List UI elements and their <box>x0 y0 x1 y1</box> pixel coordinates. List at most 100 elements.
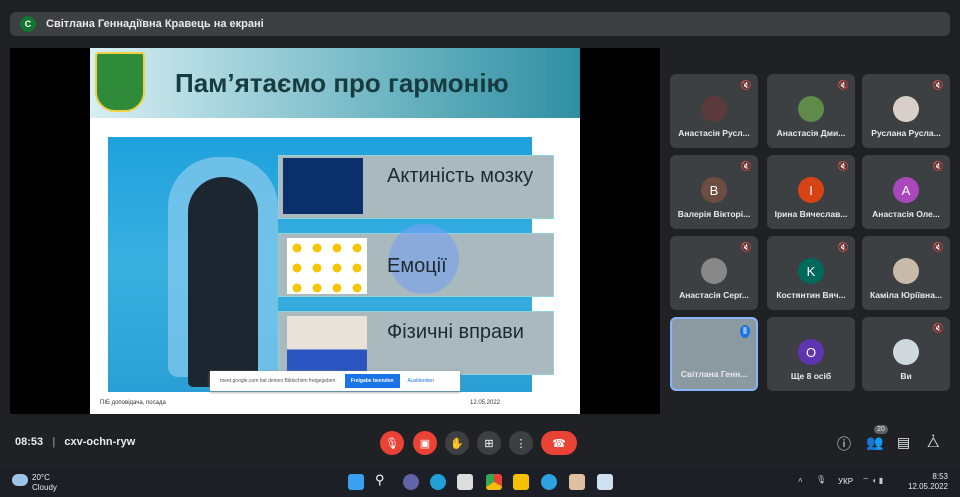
avatar <box>701 258 727 284</box>
exercise-image <box>287 316 367 372</box>
telegram-icon[interactable] <box>541 474 557 490</box>
slide: Пам’ятаємо про гармонію Актиність мозку … <box>90 48 580 414</box>
emoji-image <box>287 238 367 294</box>
chat-icon[interactable]: ▤ <box>897 434 910 451</box>
more-options-button[interactable]: ⋮ <box>509 431 533 455</box>
archive-icon[interactable] <box>569 474 585 490</box>
clock[interactable]: 8:53 12.05.2022 <box>908 472 948 492</box>
row-label: Емоції <box>387 255 447 277</box>
participant-name: Світлана Генн... <box>680 369 748 379</box>
slide-footer-date: 12.05.2022 <box>470 400 501 406</box>
mic-muted-icon: 🔇 <box>932 242 944 252</box>
temperature: 20°C <box>32 473 50 482</box>
raise-hand-button[interactable]: ✋ <box>445 431 469 455</box>
explorer-icon[interactable] <box>513 474 529 490</box>
participant-name: Анастасія Русл... <box>678 128 750 138</box>
hide-button[interactable]: Ausblenden <box>408 378 434 384</box>
presentation-banner: С Світлана Геннадіївна Кравець на екрані <box>10 12 950 36</box>
avatar: B <box>701 177 727 203</box>
participant-name: Ірина Вячеслав... <box>774 209 848 219</box>
participant-tile[interactable]: 🔇 Руслана Русла... <box>862 74 950 148</box>
participant-name: Ще 8 осіб <box>790 371 832 381</box>
leave-call-button[interactable]: ☎ <box>541 431 577 455</box>
language-indicator[interactable]: УКР <box>838 477 853 486</box>
avatar <box>893 258 919 284</box>
row-label: Актиність мозку <box>387 165 534 187</box>
speaking-icon: ⦀ <box>740 325 750 338</box>
tray-chevron-icon[interactable]: ˄ <box>798 476 803 485</box>
participant-count: 20 <box>874 425 888 434</box>
meeting-controls: 08:53 | cxv-ochn-ryw 🎙 ▣ ✋ ⊞ ⋮ ☎ ⓘ 👥 20 … <box>0 425 960 461</box>
avatar-initial: A <box>901 182 911 198</box>
avatar <box>798 96 824 122</box>
taskbar: 20°C Cloudy ⚲ ˄ 🎙 УКР ⌔ ◖ ▮ 8:53 12.05.2… <box>0 467 960 497</box>
present-button[interactable]: ⊞ <box>477 431 501 455</box>
edge-icon[interactable] <box>430 474 446 490</box>
participant-tile[interactable]: O Ще 8 осіб <box>767 317 855 391</box>
participant-tile[interactable]: 🔇 Анастасія Русл... <box>670 74 758 148</box>
info-icon[interactable]: ⓘ <box>837 434 851 454</box>
participant-tile[interactable]: ⦀ Світлана Генн... <box>670 317 758 391</box>
presenter-avatar: С <box>20 16 36 32</box>
brain-image <box>283 158 363 214</box>
meeting-time: 08:53 <box>15 436 44 448</box>
network-volume-battery-icons[interactable]: ⌔ ◖ ▮ <box>862 476 883 486</box>
participant-name: Анастасія Серг... <box>679 290 749 300</box>
notice-text: meet.google.com hat deinen Bildschirm fr… <box>220 378 337 384</box>
mic-tray-icon: 🎙 <box>816 475 827 484</box>
meeting-code: cxv-ochn-ryw <box>64 436 136 448</box>
weather-text: Cloudy <box>32 483 57 492</box>
avatar <box>893 96 919 122</box>
participant-tile[interactable]: 🔇 K Костянтин Вяч... <box>767 236 855 310</box>
teams-icon[interactable] <box>403 474 419 490</box>
participant-name: Руслана Русла... <box>871 128 941 138</box>
sharing-notice: meet.google.com hat deinen Bildschirm fr… <box>210 371 460 391</box>
camera-off-button[interactable]: ▣ <box>413 431 437 455</box>
avatar: O <box>798 339 824 365</box>
participant-tile[interactable]: 🔇 Каміла Юріївна... <box>862 236 950 310</box>
chrome-icon[interactable] <box>486 474 502 490</box>
participant-name: Анастасія Оле... <box>872 209 940 219</box>
people-icon[interactable]: 👥 <box>866 434 883 451</box>
start-icon[interactable] <box>348 474 364 490</box>
avatar <box>701 96 727 122</box>
avatar-initial: I <box>809 182 813 198</box>
document-icon[interactable] <box>597 474 613 490</box>
mic-off-button[interactable]: 🎙 <box>380 431 404 455</box>
participant-tile[interactable]: 🔇 Ви <box>862 317 950 391</box>
slide-row-emotions: Емоції <box>278 224 554 297</box>
participant-tile[interactable]: 🔇 A Анастасія Оле... <box>862 155 950 229</box>
avatar <box>893 339 919 365</box>
participant-name: Каміла Юріївна... <box>869 290 943 300</box>
mic-muted-icon: 🔇 <box>837 80 849 90</box>
participant-tile[interactable]: 🔇 Анастасія Дми... <box>767 74 855 148</box>
mic-muted-icon: 🔇 <box>837 242 849 252</box>
mic-muted-icon: 🔇 <box>740 242 752 252</box>
clock-time: 8:53 <box>932 472 948 481</box>
store-icon[interactable] <box>457 474 473 490</box>
slide-footer-left: ПІБ доповідача, посада <box>100 400 166 406</box>
participant-tile[interactable]: 🔇 I Ірина Вячеслав... <box>767 155 855 229</box>
participant-name: Костянтин Вяч... <box>776 290 846 300</box>
slide-row-exercise: Фізичні вправи <box>278 311 554 375</box>
weather-widget[interactable]: 20°C Cloudy <box>32 473 57 493</box>
stop-sharing-button[interactable]: Freigabe beenden <box>344 374 400 388</box>
meeting-info: 08:53 | cxv-ochn-ryw <box>15 436 136 448</box>
activities-icon[interactable]: ⧊ <box>927 434 940 451</box>
mic-muted-icon: 🔇 <box>740 80 752 90</box>
avatar: I <box>798 177 824 203</box>
mic-muted-icon: 🔇 <box>837 161 849 171</box>
search-icon[interactable]: ⚲ <box>375 472 391 488</box>
mic-muted-icon: 🔇 <box>932 80 944 90</box>
avatar: A <box>893 177 919 203</box>
university-logo <box>95 52 145 112</box>
participant-tile[interactable]: 🔇 B Валерія Вікторі... <box>670 155 758 229</box>
avatar-initial: O <box>805 344 817 360</box>
participant-name: Валерія Вікторі... <box>677 209 751 219</box>
mic-muted-icon: 🔇 <box>932 323 944 333</box>
avatar: K <box>798 258 824 284</box>
screen-share-stage: Пам’ятаємо про гармонію Актиність мозку … <box>10 48 660 414</box>
participant-tile[interactable]: 🔇 Анастасія Серг... <box>670 236 758 310</box>
slide-row-brain: Актиність мозку <box>278 155 554 219</box>
avatar-initial: K <box>806 263 816 279</box>
